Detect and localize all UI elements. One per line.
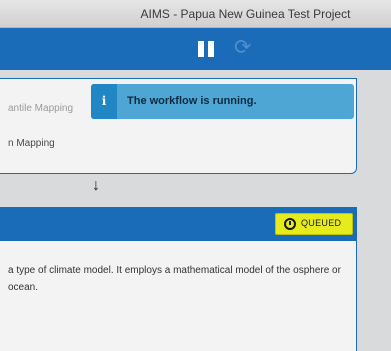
- connector-arrow-icon: ↓: [92, 177, 100, 194]
- refresh-icon[interactable]: ⟳: [234, 36, 252, 60]
- node-label: n Mapping: [8, 138, 55, 149]
- window-titlebar: AIMS - Papua New Guinea Test Project: [0, 0, 391, 28]
- node-description: a type of climate model. It employs a ma…: [8, 265, 341, 293]
- window-title: AIMS - Papua New Guinea Test Project: [140, 7, 351, 21]
- workflow-toolbar: ⟳: [0, 28, 391, 70]
- queued-status-badge[interactable]: QUEUED: [275, 213, 353, 235]
- status-label: QUEUED: [301, 218, 342, 228]
- pause-icon[interactable]: [198, 41, 214, 57]
- info-icon: i: [91, 84, 117, 119]
- node-faded-label: antile Mapping: [8, 103, 74, 114]
- workflow-running-toast: i The workflow is running.: [91, 84, 354, 119]
- toast-message: The workflow is running.: [127, 95, 257, 107]
- clock-icon: [284, 218, 296, 230]
